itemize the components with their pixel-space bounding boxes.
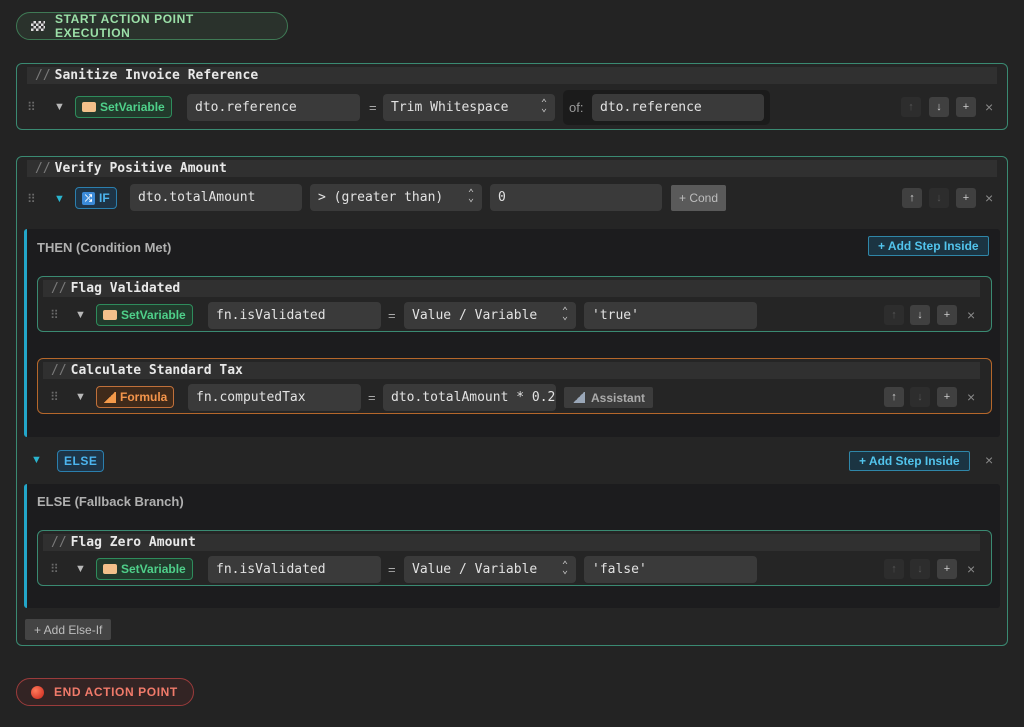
add-step-button[interactable]: + xyxy=(956,188,976,208)
add-condition-button[interactable]: + Cond xyxy=(671,185,727,211)
equals-sign: = xyxy=(388,562,396,577)
else-branch: ELSE (Fallback Branch) //Flag Zero Amoun… xyxy=(24,484,1000,608)
add-step-inside-button[interactable]: + Add Step Inside xyxy=(868,236,989,256)
shuffle-icon: ⤮ xyxy=(82,191,95,205)
ruler-icon xyxy=(572,392,585,403)
of-label: of: xyxy=(569,100,584,115)
then-branch-title: THEN (Condition Met) xyxy=(37,240,172,255)
move-up-button[interactable]: ↑ xyxy=(901,97,921,117)
target-variable-input[interactable]: fn.isValidated xyxy=(208,556,381,583)
target-variable-input[interactable]: fn.computedTax xyxy=(188,384,361,411)
collapse-caret-icon[interactable]: ▼ xyxy=(75,309,86,321)
value-input[interactable]: 'false' xyxy=(584,556,757,583)
collapse-caret-icon[interactable]: ▼ xyxy=(54,101,65,113)
move-up-button[interactable]: ↑ xyxy=(884,305,904,325)
else-collapse-caret-icon[interactable]: ▼ xyxy=(31,454,42,466)
step-flag-zero-amount: //Flag Zero Amount ⠿ ▼ SetVariable fn.is… xyxy=(37,530,992,586)
end-action-point-button[interactable]: END ACTION POINT xyxy=(16,678,194,706)
equals-sign: = xyxy=(368,390,376,405)
move-down-button[interactable]: ↓ xyxy=(910,387,930,407)
delete-step-icon[interactable]: × xyxy=(985,190,993,206)
move-up-button[interactable]: ↑ xyxy=(884,387,904,407)
else-branch-title: ELSE (Fallback Branch) xyxy=(37,494,184,509)
move-down-button[interactable]: ↓ xyxy=(910,559,930,579)
drag-handle-icon[interactable]: ⠿ xyxy=(27,192,36,206)
add-step-button[interactable]: + xyxy=(937,305,957,325)
setvariable-tag: SetVariable xyxy=(96,558,193,580)
then-branch: THEN (Condition Met) + Add Step Inside /… xyxy=(24,229,1000,437)
formula-tag: Formula xyxy=(96,386,175,408)
move-down-button[interactable]: ↓ xyxy=(910,305,930,325)
step-comment[interactable]: //Verify Positive Amount xyxy=(27,160,997,177)
drag-handle-icon[interactable]: ⠿ xyxy=(50,390,59,404)
value-mode-select[interactable]: Value / Variable xyxy=(404,556,576,583)
delete-step-icon[interactable]: × xyxy=(985,99,993,115)
else-add-step-inside-button[interactable]: + Add Step Inside xyxy=(849,451,970,471)
target-variable-input[interactable]: dto.reference xyxy=(187,94,360,121)
else-tag: ELSE xyxy=(57,450,105,472)
move-up-button[interactable]: ↑ xyxy=(902,188,922,208)
formula-expression-input[interactable]: dto.totalAmount * 0.2 xyxy=(383,384,556,411)
start-action-point-button[interactable]: START ACTION POINT EXECUTION xyxy=(16,12,288,40)
tag-icon xyxy=(82,102,96,112)
delete-step-icon[interactable]: × xyxy=(967,561,975,577)
add-step-button[interactable]: + xyxy=(956,97,976,117)
step-comment[interactable]: //Flag Validated xyxy=(43,280,980,297)
checkered-flag-icon xyxy=(31,21,45,31)
start-label: START ACTION POINT EXECUTION xyxy=(54,12,194,40)
assistant-button[interactable]: Assistant xyxy=(564,387,654,408)
operator-select[interactable]: > (greater than) xyxy=(310,184,482,211)
add-else-if-button[interactable]: + Add Else-If xyxy=(25,619,112,640)
delete-step-icon[interactable]: × xyxy=(967,307,975,323)
red-circle-icon xyxy=(31,685,44,699)
delete-else-icon[interactable]: × xyxy=(985,452,993,468)
condition-right-input[interactable]: 0 xyxy=(490,184,662,211)
add-step-button[interactable]: + xyxy=(937,559,957,579)
operation-select[interactable]: Trim Whitespace xyxy=(383,94,555,121)
equals-sign: = xyxy=(369,100,377,115)
move-down-button[interactable]: ↓ xyxy=(929,188,949,208)
step-flag-validated: //Flag Validated ⠿ ▼ SetVariable fn.isVa… xyxy=(37,276,992,332)
delete-step-icon[interactable]: × xyxy=(967,389,975,405)
move-up-button[interactable]: ↑ xyxy=(884,559,904,579)
value-input[interactable]: 'true' xyxy=(584,302,757,329)
step-comment[interactable]: //Calculate Standard Tax xyxy=(43,362,980,379)
add-step-button[interactable]: + xyxy=(937,387,957,407)
source-variable-input[interactable]: dto.reference xyxy=(592,94,764,121)
setvariable-tag: SetVariable xyxy=(75,96,172,118)
collapse-caret-icon[interactable]: ▼ xyxy=(54,193,65,205)
collapse-caret-icon[interactable]: ▼ xyxy=(75,391,86,403)
step-calculate-standard-tax: //Calculate Standard Tax ⠿ ▼ Formula fn.… xyxy=(37,358,992,414)
step-sanitize-invoice-reference: //Sanitize Invoice Reference ⠿ ▼ SetVari… xyxy=(16,63,1008,130)
move-down-button[interactable]: ↓ xyxy=(929,97,949,117)
equals-sign: = xyxy=(388,308,396,323)
drag-handle-icon[interactable]: ⠿ xyxy=(50,308,59,322)
drag-handle-icon[interactable]: ⠿ xyxy=(50,562,59,576)
condition-left-input[interactable]: dto.totalAmount xyxy=(130,184,302,211)
value-mode-select[interactable]: Value / Variable xyxy=(404,302,576,329)
setvariable-tag: SetVariable xyxy=(96,304,193,326)
drag-handle-icon[interactable]: ⠿ xyxy=(27,100,36,114)
end-label: END ACTION POINT xyxy=(54,685,178,699)
tag-icon xyxy=(103,310,117,320)
step-comment[interactable]: //Flag Zero Amount xyxy=(43,534,980,551)
step-comment[interactable]: //Sanitize Invoice Reference xyxy=(27,67,997,84)
ruler-icon xyxy=(103,391,116,403)
tag-icon xyxy=(103,564,117,574)
step-verify-positive-amount: //Verify Positive Amount ⠿ ▼ ⤮ IF dto.tot… xyxy=(16,156,1008,646)
target-variable-input[interactable]: fn.isValidated xyxy=(208,302,381,329)
collapse-caret-icon[interactable]: ▼ xyxy=(75,563,86,575)
if-tag: ⤮ IF xyxy=(75,187,117,209)
